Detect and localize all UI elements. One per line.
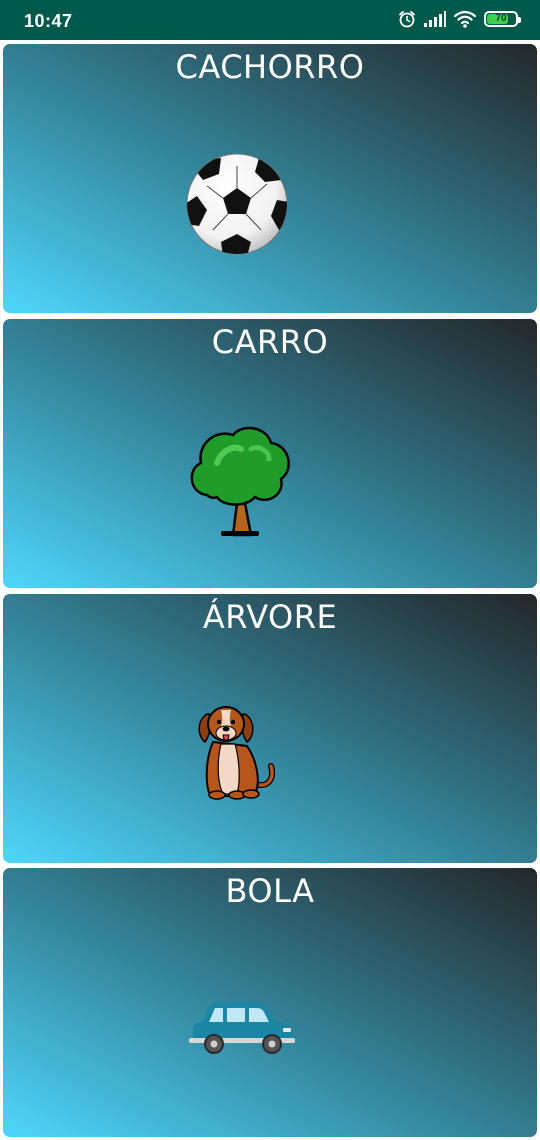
status-bar: 10:47 70 [0,0,540,40]
dog-icon [195,704,301,816]
card-title: CARRO [211,323,329,361]
status-icons: 70 [398,10,521,28]
card-cachorro[interactable]: CACHORRO [3,44,537,313]
soccer-ball-icon [185,152,291,264]
tree-icon [187,423,293,537]
status-time: 10:47 [24,11,73,31]
card-arvore[interactable]: ÁRVORE [3,594,537,863]
alarm-icon [398,10,416,28]
card-title: CACHORRO [175,48,365,86]
battery-icon: 70 [484,11,521,27]
card-bola[interactable]: BOLA [3,868,537,1137]
wifi-icon [454,10,476,28]
signal-icon [424,10,446,28]
card-title: ÁRVORE [202,598,338,636]
card-carro[interactable]: CARRO [3,319,537,588]
car-icon [187,996,297,1060]
card-title: BOLA [225,872,315,910]
battery-level: 70 [495,13,507,24]
